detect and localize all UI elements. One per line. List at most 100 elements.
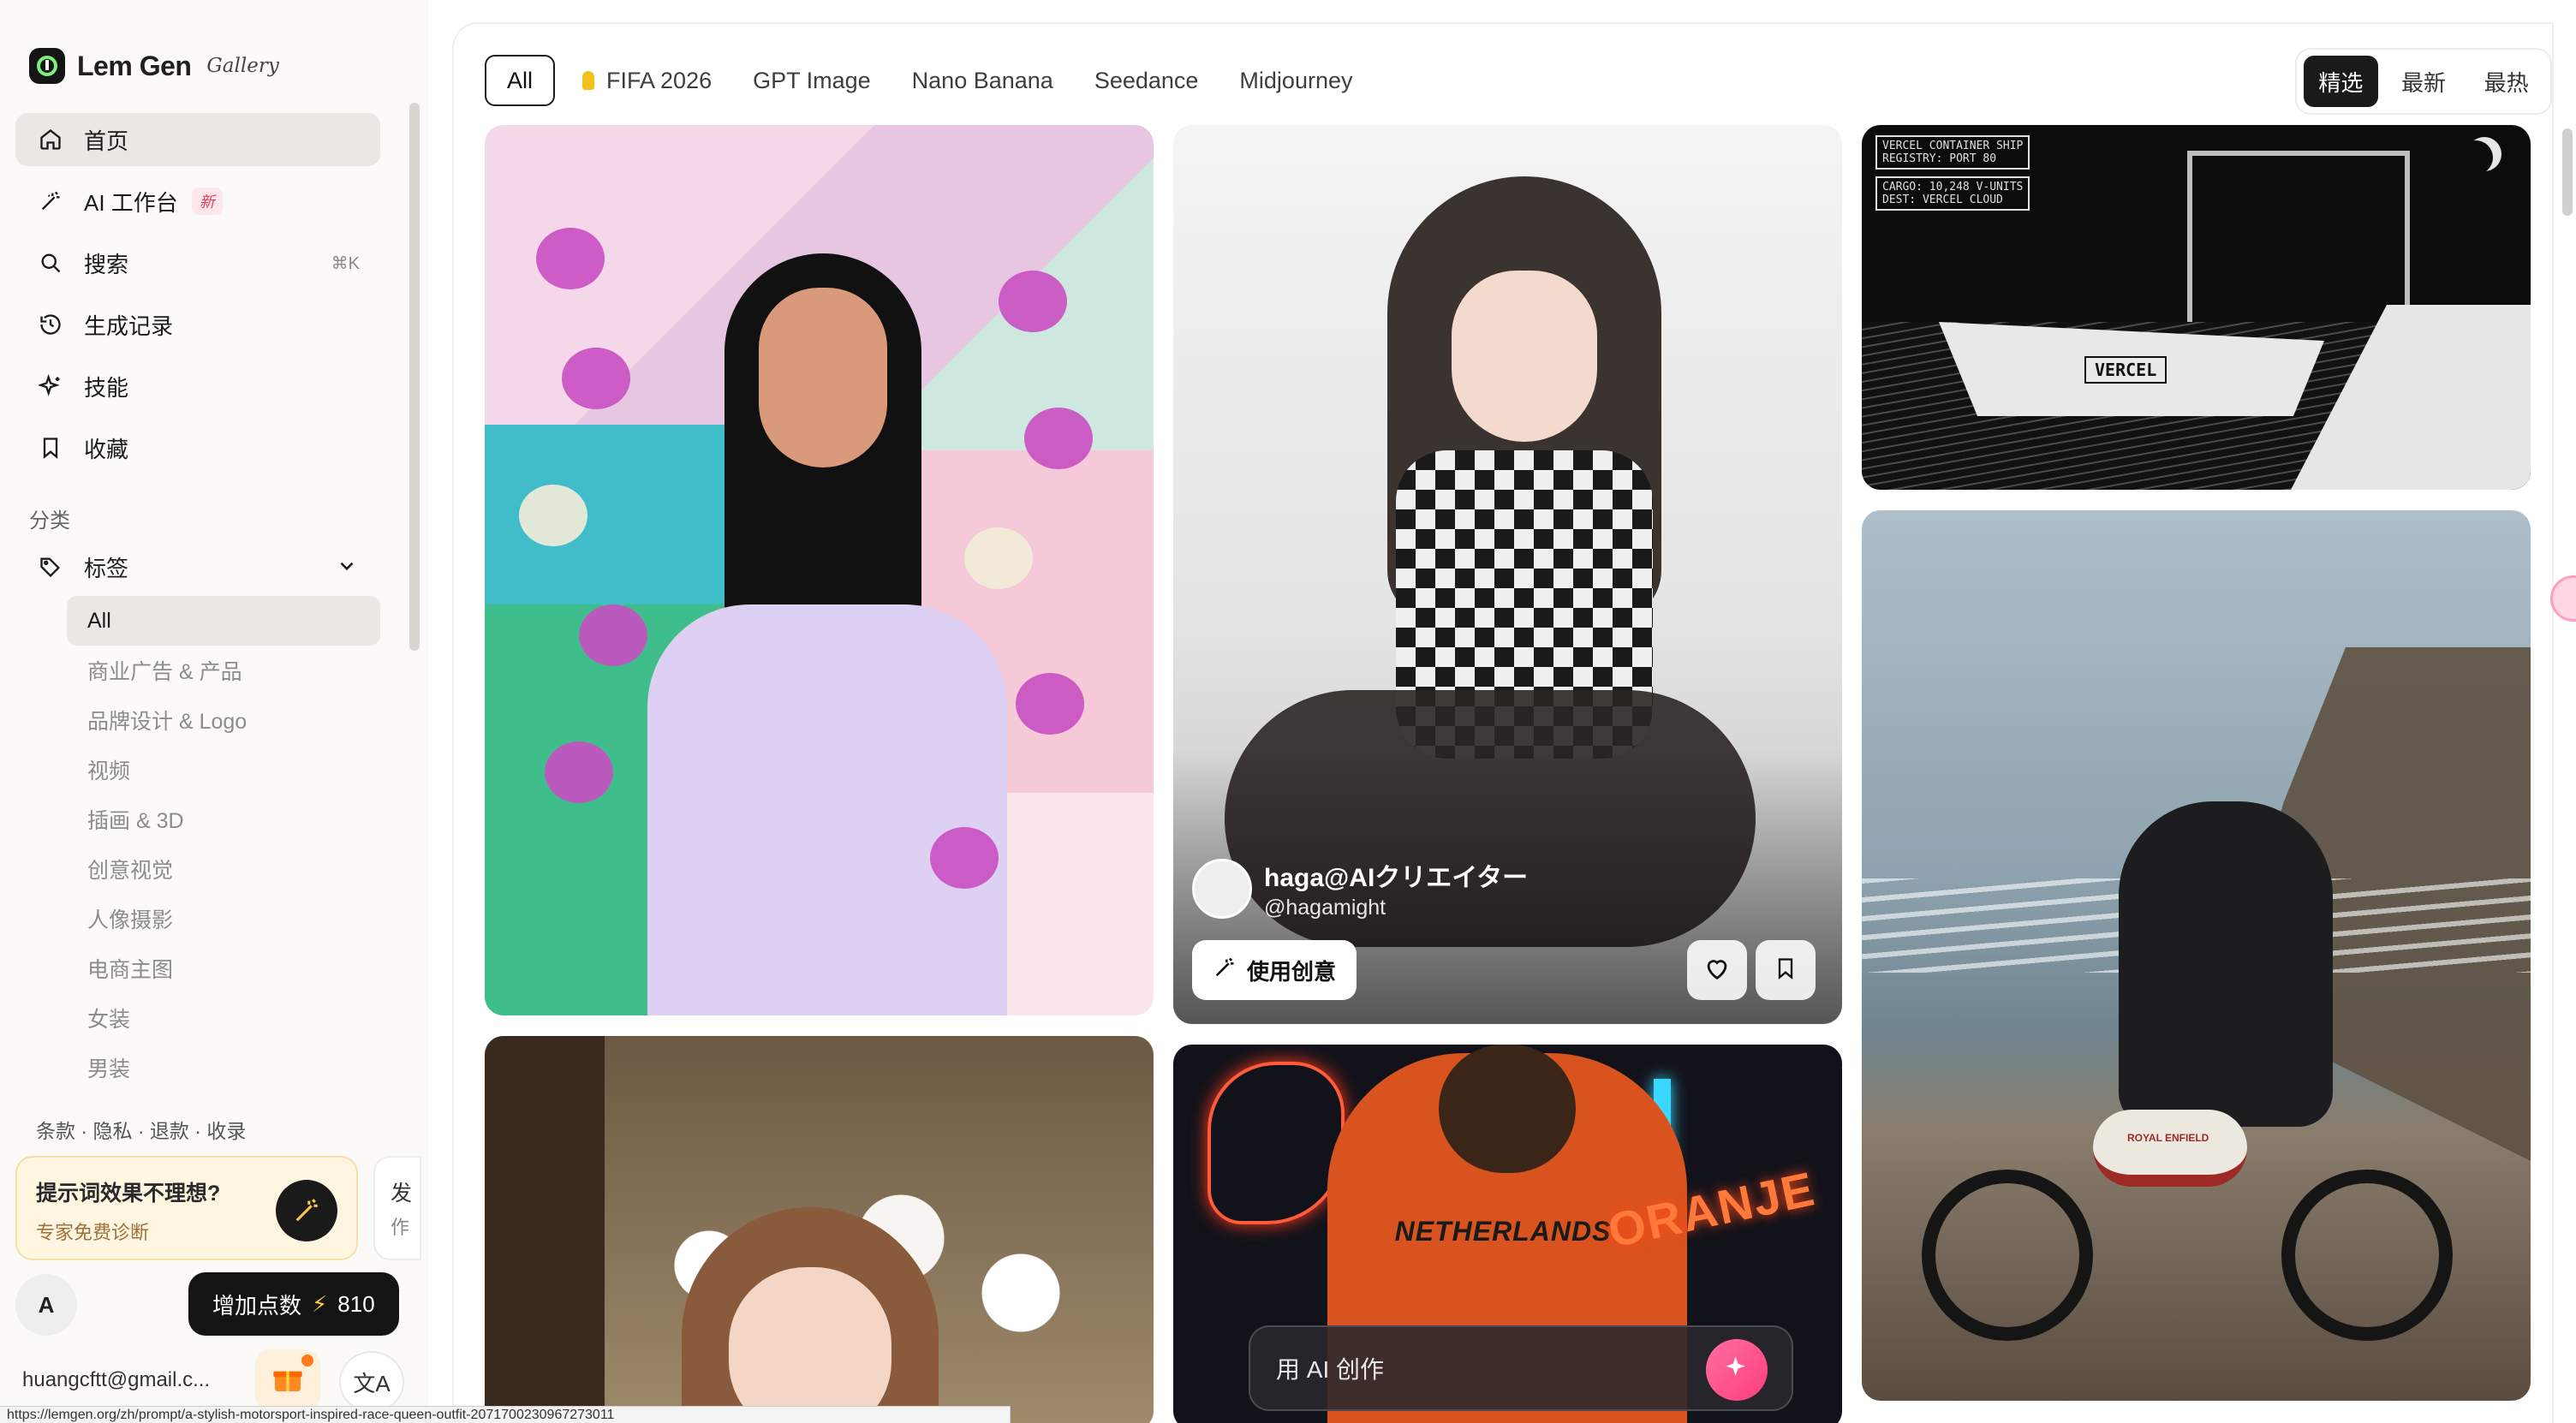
sidebar-scrollbar[interactable]: [409, 103, 420, 651]
nav-item-ai-workbench[interactable]: AI 工作台 新: [15, 175, 380, 228]
gift-button[interactable]: [255, 1349, 320, 1411]
search-shortcut: ⌘K: [331, 253, 360, 273]
tag-list: All 商业广告 & 产品 品牌设计 & Logo 视频 插画 & 3D 创意视…: [67, 596, 380, 1093]
tag-item[interactable]: 视频: [67, 745, 380, 795]
tags-toggle[interactable]: 标签: [15, 541, 380, 592]
filter-chip-midjourney[interactable]: Midjourney: [1219, 55, 1373, 106]
logo-mark-icon: [29, 48, 65, 84]
orchid-flower: [1016, 673, 1084, 735]
nav-item-home[interactable]: 首页: [15, 113, 380, 166]
nav-item-skills[interactable]: 技能: [15, 360, 380, 413]
orchid-flower: [930, 827, 999, 889]
ship-cargo-label: CARGO: 10,248 V-UNITS DEST: VERCEL CLOUD: [1875, 176, 2030, 211]
promo-wand-button[interactable]: [276, 1180, 337, 1241]
filter-chip-fifa[interactable]: FIFA 2026: [562, 55, 732, 106]
ship-registry-label: VERCEL CONTAINER SHIP REGISTRY: PORT 80: [1875, 135, 2030, 170]
translate-icon: 文A: [353, 1370, 391, 1396]
crane-shape: [2187, 151, 2410, 322]
legal-links[interactable]: 条款 · 隐私 · 退款 · 收录: [36, 1115, 246, 1144]
notification-dot: [301, 1355, 313, 1366]
prompt-diagnosis-card[interactable]: 提示词效果不理想? 专家免费诊断: [15, 1156, 358, 1260]
use-idea-label: 使用创意: [1247, 958, 1337, 985]
player-head: [1439, 1045, 1576, 1173]
filter-chip-nano-banana[interactable]: Nano Banana: [891, 55, 1074, 106]
app-logo[interactable]: Lem Gen Gallery: [29, 48, 279, 84]
gift-icon: [271, 1361, 305, 1400]
bookmark-icon: [36, 433, 65, 462]
tag-item[interactable]: 商业广告 & 产品: [67, 646, 380, 695]
gallery-card-motorcycle[interactable]: ROYAL ENFIELD: [1862, 510, 2531, 1401]
gallery-card-orchid-portrait[interactable]: [485, 125, 1154, 1015]
tags-label: 标签: [84, 555, 129, 581]
tag-item[interactable]: 女装: [67, 993, 380, 1043]
user-email: huangcftt@gmail.c...: [22, 1368, 211, 1391]
motorcycle-shape: ROYAL ENFIELD: [1922, 1041, 2453, 1341]
author-info[interactable]: haga@AIクリエイター @hagamight: [1192, 856, 1528, 920]
ai-create-button[interactable]: [1706, 1339, 1768, 1401]
nav-item-favorites[interactable]: 收藏: [15, 421, 380, 474]
ai-create-placeholder: 用 AI 创作: [1276, 1356, 1385, 1383]
tag-icon: [36, 552, 65, 581]
lightning-icon: ⚡: [312, 1290, 328, 1317]
nav-label: 收藏: [84, 436, 129, 462]
orchid-flower: [999, 271, 1067, 332]
ai-create-bar[interactable]: 用 AI 创作: [1249, 1325, 1793, 1411]
tag-item[interactable]: 创意视觉: [67, 844, 380, 894]
neon-lion-shape: [1208, 1062, 1345, 1224]
window-shape: [485, 1036, 605, 1423]
save-button[interactable]: [1756, 940, 1816, 1000]
tag-item[interactable]: 品牌设计 & Logo: [67, 695, 380, 745]
nav-item-history[interactable]: 生成记录: [15, 298, 380, 351]
floating-assistant-icon[interactable]: [2550, 575, 2576, 622]
nav-label: 搜索: [84, 251, 129, 277]
orchid-flower: [545, 741, 613, 803]
credits-label: 增加点数: [212, 1292, 302, 1319]
sort-featured[interactable]: 精选: [2304, 56, 2378, 107]
magic-wand-icon: [1213, 956, 1237, 985]
tag-item[interactable]: 插画 & 3D: [67, 795, 380, 844]
main-scrollbar[interactable]: [2562, 128, 2573, 216]
filter-label: FIFA 2026: [606, 67, 713, 93]
secondary-promo-card[interactable]: 发 作: [373, 1156, 421, 1260]
gallery-card-flower-portrait[interactable]: [485, 1036, 1154, 1423]
figure-face: [1452, 271, 1597, 442]
sparkle-icon: [1722, 1353, 1751, 1388]
gallery-card-container-ship[interactable]: VERCEL CONTAINER SHIP REGISTRY: PORT 80 …: [1862, 125, 2531, 490]
tag-item[interactable]: 男装: [67, 1043, 380, 1093]
tag-item[interactable]: 电商主图: [67, 944, 380, 993]
filter-chip-gpt-image[interactable]: GPT Image: [732, 55, 891, 106]
filter-chip-all[interactable]: All: [485, 55, 556, 106]
language-button[interactable]: 文A: [339, 1351, 404, 1413]
orchid-flower: [536, 228, 605, 289]
figure-face: [729, 1267, 891, 1423]
use-idea-button[interactable]: 使用创意: [1192, 940, 1357, 1000]
logo-text: Lem Gen: [77, 50, 192, 81]
sort-latest[interactable]: 最新: [2387, 56, 2461, 107]
like-button[interactable]: [1687, 940, 1747, 1000]
history-icon: [36, 310, 65, 339]
gallery-card-featured[interactable]: haga@AIクリエイター @hagamight 使用创意: [1173, 125, 1842, 1024]
nav-item-search[interactable]: 搜索 ⌘K: [15, 236, 380, 289]
sort-toggle: 精选 最新 最热: [2295, 48, 2552, 115]
tag-item[interactable]: All: [67, 596, 380, 646]
category-section-label: 分类: [29, 509, 70, 533]
orchid-flower: [1024, 408, 1093, 469]
author-handle: @hagamight: [1264, 896, 1386, 920]
search-icon: [36, 248, 65, 277]
nav-label: 技能: [84, 374, 129, 401]
add-credits-button[interactable]: 增加点数 ⚡ 810: [188, 1272, 399, 1336]
nav-label: AI 工作台: [84, 189, 178, 216]
figure-face: [759, 288, 887, 467]
main-nav: 首页 AI 工作台 新 搜索 ⌘K 生成记录 技能 收藏: [15, 113, 380, 483]
orchid-flower: [964, 527, 1033, 589]
avatar[interactable]: A: [15, 1274, 77, 1336]
tag-item[interactable]: 人像摄影: [67, 894, 380, 944]
chevron-down-icon: [336, 555, 358, 583]
author-name: haga@AIクリエイター: [1264, 864, 1529, 892]
filter-chip-seedance[interactable]: Seedance: [1074, 55, 1219, 106]
orchid-flower: [562, 348, 630, 409]
heart-icon: [1702, 954, 1732, 987]
sort-hottest[interactable]: 最热: [2469, 56, 2543, 107]
logo-subtitle: Gallery: [206, 55, 279, 77]
moon-icon: [2459, 140, 2493, 175]
